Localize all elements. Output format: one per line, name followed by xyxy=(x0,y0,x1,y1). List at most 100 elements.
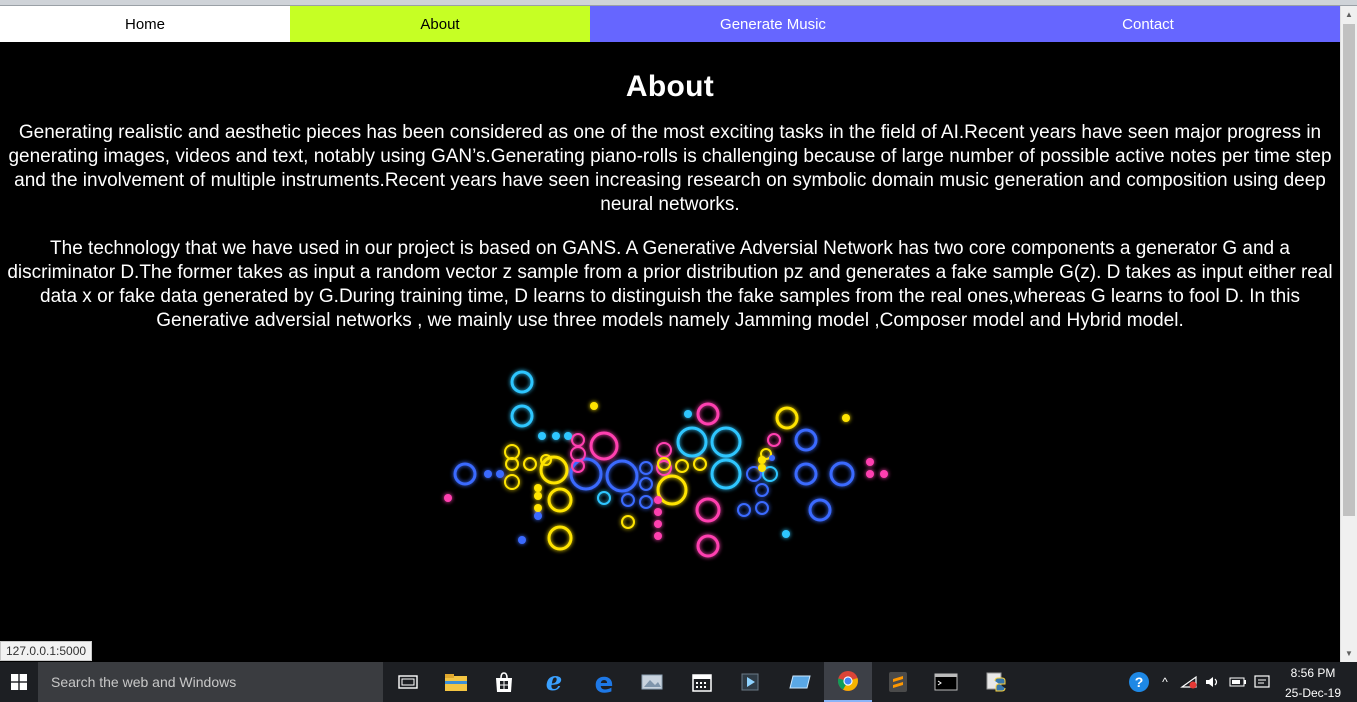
neon-dot-8 xyxy=(534,492,542,500)
neon-ring-36 xyxy=(621,493,635,507)
clock-time: 8:56 PM xyxy=(1290,666,1336,680)
neon-dot-15 xyxy=(534,512,542,520)
nav-generate-music-link[interactable]: Generate Music xyxy=(590,6,956,42)
neon-ring-14 xyxy=(547,525,573,551)
internet-explorer-icon[interactable]: e xyxy=(530,662,578,702)
neon-ring-35 xyxy=(639,477,653,491)
scroll-up-arrow-icon[interactable]: ▲ xyxy=(1341,6,1357,23)
taskbar-clock[interactable]: 8:56 PM 25-Dec-19 xyxy=(1276,665,1350,701)
neon-dot-0 xyxy=(590,402,598,410)
windows-logo-icon xyxy=(11,674,27,690)
photos-app-icon[interactable] xyxy=(628,662,676,702)
edge-browser-icon[interactable]: e xyxy=(580,662,628,702)
volume-icon[interactable] xyxy=(1202,662,1224,702)
media-app-icon[interactable] xyxy=(726,662,774,702)
svg-text:?: ? xyxy=(1135,674,1144,690)
network-icon[interactable] xyxy=(1178,662,1200,702)
python-idle-icon[interactable] xyxy=(972,662,1020,702)
neon-dot-14 xyxy=(654,532,662,540)
scroll-down-arrow-icon[interactable]: ▼ xyxy=(1341,645,1357,662)
neon-dot-17 xyxy=(782,530,790,538)
help-icon[interactable]: ? xyxy=(1126,662,1152,702)
neon-ring-28 xyxy=(571,433,585,447)
neon-ring-4 xyxy=(569,457,603,491)
task-view-icon[interactable] xyxy=(384,662,432,702)
file-explorer-icon[interactable] xyxy=(432,662,480,702)
neon-dot-6 xyxy=(496,470,504,478)
neon-dot-24 xyxy=(769,455,775,461)
neon-ring-13 xyxy=(696,534,720,558)
neon-ring-15 xyxy=(775,406,799,430)
neon-dot-19 xyxy=(866,458,874,466)
neon-dot-12 xyxy=(654,508,662,516)
neon-ring-33 xyxy=(693,457,707,471)
page-title: About xyxy=(625,70,715,103)
neon-dot-16 xyxy=(518,536,526,544)
scroll-thumb[interactable] xyxy=(1343,24,1355,516)
neon-ring-17 xyxy=(794,462,818,486)
start-button[interactable] xyxy=(0,662,38,702)
neon-dot-7 xyxy=(444,494,452,502)
neon-ring-5 xyxy=(605,459,639,493)
sublime-text-icon[interactable] xyxy=(874,662,922,702)
neon-ring-18 xyxy=(829,461,855,487)
neon-ring-43 xyxy=(737,503,751,517)
neon-ring-16 xyxy=(794,428,818,452)
neon-dot-21 xyxy=(880,470,888,478)
nav-home-link[interactable]: Home xyxy=(0,6,290,42)
neon-ring-26 xyxy=(570,446,586,462)
neon-ring-0 xyxy=(510,370,534,394)
neon-ring-21 xyxy=(504,444,520,460)
action-center-icon[interactable] xyxy=(1252,662,1272,702)
neon-ring-32 xyxy=(675,459,689,473)
neon-dot-10 xyxy=(534,504,542,512)
neon-dot-4 xyxy=(564,432,572,440)
nav-about-link[interactable]: About xyxy=(290,6,590,42)
neon-ring-9 xyxy=(710,458,742,490)
neon-ring-24 xyxy=(523,457,537,471)
neon-ring-1 xyxy=(510,404,534,428)
neon-ring-34 xyxy=(639,461,653,475)
neon-dot-3 xyxy=(552,432,560,440)
neon-dot-9 xyxy=(534,484,542,492)
neon-ring-6 xyxy=(589,431,619,461)
clock-date: 25-Dec-19 xyxy=(1284,686,1342,700)
store-icon[interactable] xyxy=(480,662,528,702)
neon-ring-29 xyxy=(656,442,672,458)
neon-ring-2 xyxy=(453,462,477,486)
neon-ring-8 xyxy=(710,426,742,458)
neon-ring-7 xyxy=(676,426,708,458)
neon-ring-10 xyxy=(656,474,688,506)
neon-dot-20 xyxy=(866,470,874,478)
neon-dot-13 xyxy=(654,520,662,528)
remote-desktop-icon[interactable] xyxy=(776,662,824,702)
neon-dot-1 xyxy=(684,410,692,418)
about-paragraph-1: Generating realistic and aesthetic piece… xyxy=(8,122,1332,215)
taskbar-search-box[interactable]: Search the web and Windows xyxy=(38,662,383,702)
neon-dot-5 xyxy=(484,470,492,478)
show-hidden-icons-chevron-icon[interactable]: ^ xyxy=(1156,662,1174,702)
nav-contact-link[interactable]: Contact xyxy=(956,6,1340,42)
neon-ring-19 xyxy=(808,498,832,522)
neon-ring-23 xyxy=(504,474,520,490)
neon-ring-37 xyxy=(639,495,653,509)
neon-ring-3 xyxy=(539,455,569,485)
neon-ring-20 xyxy=(696,402,720,426)
neon-dot-22 xyxy=(758,456,766,464)
neon-dot-11 xyxy=(654,496,662,504)
neon-ring-12 xyxy=(695,497,721,523)
chrome-browser-icon[interactable] xyxy=(824,662,872,702)
calendar-app-icon[interactable] xyxy=(678,662,726,702)
neon-ring-42 xyxy=(755,483,769,497)
page-scrollbar[interactable]: ▲ ▼ xyxy=(1340,6,1357,662)
battery-icon[interactable] xyxy=(1228,662,1248,702)
neon-circles-illustration xyxy=(444,370,888,558)
neon-ring-31 xyxy=(657,457,671,471)
status-bar-url: 127.0.0.1:5000 xyxy=(0,641,93,661)
neon-ring-45 xyxy=(767,433,781,447)
neon-ring-39 xyxy=(621,515,635,529)
command-prompt-icon[interactable] xyxy=(922,662,970,702)
neon-dot-18 xyxy=(842,414,850,422)
about-paragraph-2: The technology that we have used in our … xyxy=(7,238,1333,331)
neon-ring-38 xyxy=(597,491,611,505)
